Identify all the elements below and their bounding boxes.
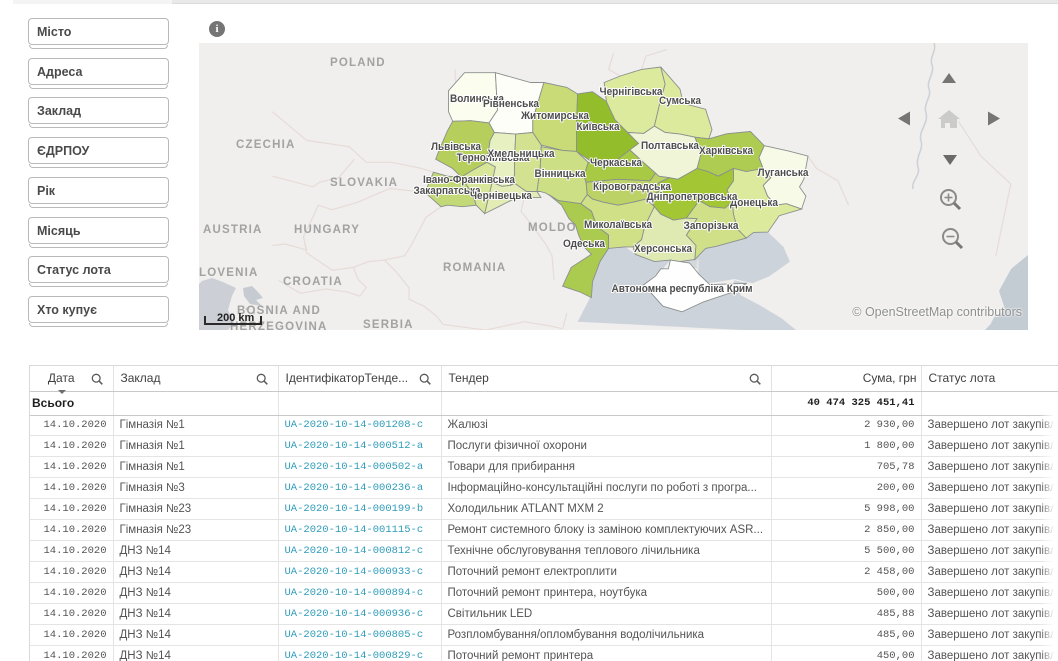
svg-text:Чернівецька: Чернівецька <box>470 190 533 202</box>
svg-text:Запорізька: Запорізька <box>684 220 740 232</box>
svg-text:Хмельницька: Хмельницька <box>488 148 556 160</box>
svg-text:SERBIA: SERBIA <box>363 319 414 330</box>
svg-text:ROMANIA: ROMANIA <box>443 262 506 274</box>
svg-text:Сумська: Сумська <box>659 95 702 107</box>
svg-text:Луганська: Луганська <box>758 167 810 179</box>
svg-text:Херсонська: Херсонська <box>634 243 693 255</box>
svg-text:Кіровоградська: Кіровоградська <box>593 181 672 193</box>
svg-text:CZECHIA: CZECHIA <box>236 139 296 151</box>
svg-text:LOVENIA: LOVENIA <box>199 267 259 279</box>
svg-text:Рівненська: Рівненська <box>483 98 540 110</box>
svg-text:SLOVAKIA: SLOVAKIA <box>330 177 398 189</box>
svg-text:Полтавська: Полтавська <box>641 140 700 152</box>
svg-text:Одеська: Одеська <box>563 238 606 250</box>
svg-text:Київська: Київська <box>577 121 621 133</box>
svg-text:Автономна республіка Крим: Автономна республіка Крим <box>612 283 753 295</box>
svg-text:AUSTRIA: AUSTRIA <box>203 224 263 236</box>
svg-text:Чернігівська: Чернігівська <box>600 86 664 98</box>
svg-text:Миколаївська: Миколаївська <box>584 219 653 231</box>
svg-text:Харківська: Харківська <box>699 145 754 157</box>
svg-text:CROATIA: CROATIA <box>283 276 343 288</box>
svg-text:POLAND: POLAND <box>330 57 386 69</box>
svg-text:Черкаська: Черкаська <box>590 157 643 169</box>
svg-text:Вінницька: Вінницька <box>535 168 587 180</box>
svg-text:HUNGARY: HUNGARY <box>294 224 360 236</box>
